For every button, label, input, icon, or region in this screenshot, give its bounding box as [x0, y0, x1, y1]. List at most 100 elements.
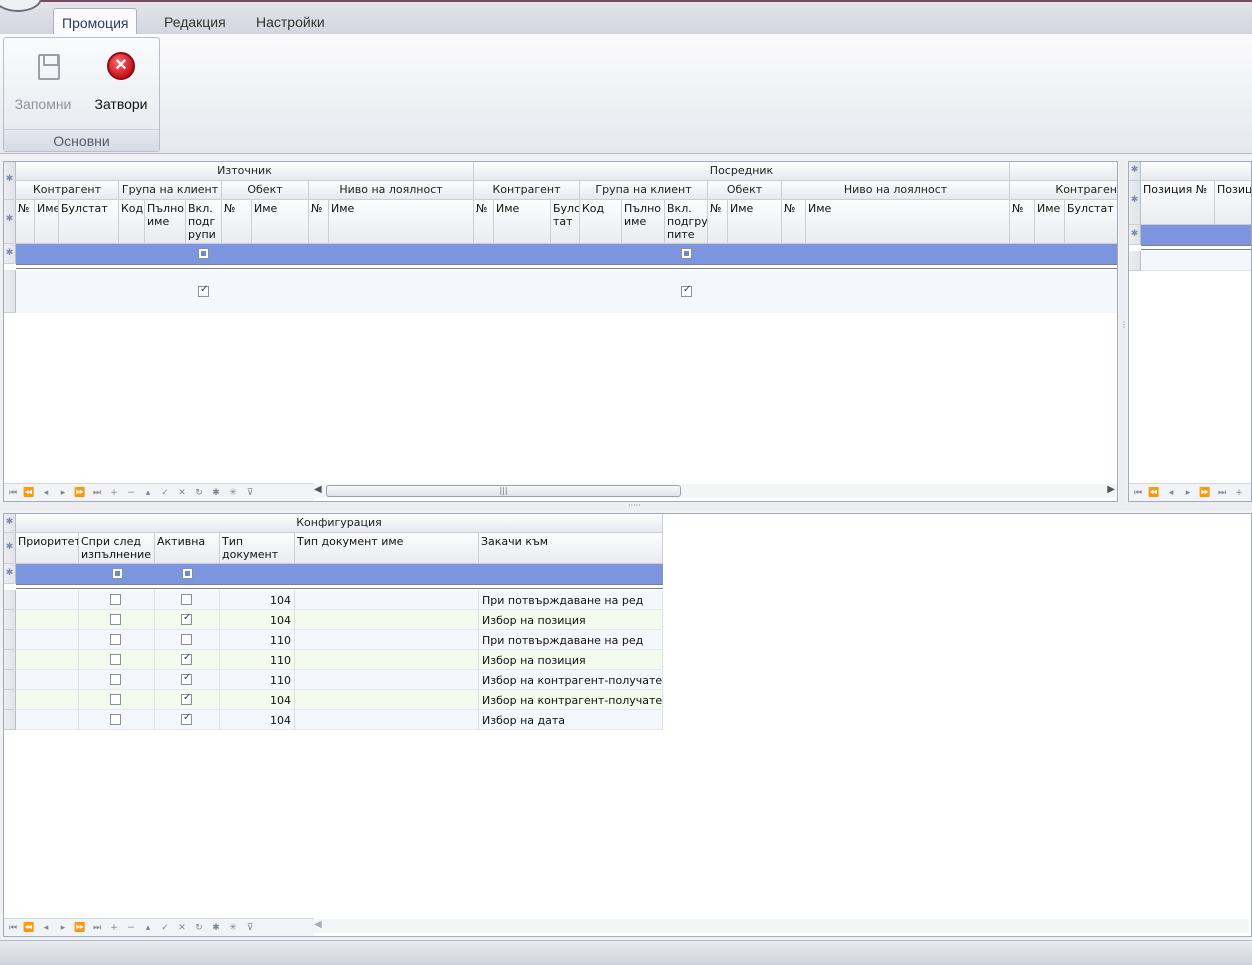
table-row[interactable]	[16, 270, 1117, 313]
close-button[interactable]: ✕ Затвори	[86, 44, 156, 114]
col-stop-after[interactable]: Спри след изпълнение	[79, 533, 155, 564]
col-dst-name[interactable]: Име	[1035, 200, 1065, 244]
cell-doc-type-name[interactable]	[295, 690, 479, 710]
prev-icon[interactable]: ◂	[39, 486, 53, 500]
cell-priority[interactable]	[16, 590, 79, 610]
cell-stop-after[interactable]	[79, 630, 155, 650]
cell-doc-type-name[interactable]	[295, 710, 479, 730]
cell-priority[interactable]	[16, 650, 79, 670]
refresh-icon[interactable]: ↻	[192, 486, 206, 500]
add-icon[interactable]: +	[107, 921, 121, 935]
add-icon[interactable]: +	[1232, 486, 1246, 500]
table-row[interactable]: 104 При потвърждаване на ред	[16, 590, 663, 610]
col-mid-code[interactable]: Код	[580, 200, 622, 244]
filter-active-checkbox[interactable]	[182, 568, 193, 579]
cell-doc-type-no[interactable]: 104	[220, 610, 295, 630]
cell-doc-type-no[interactable]: 104	[220, 590, 295, 610]
cell-active[interactable]	[155, 710, 220, 730]
config-filter-row[interactable]	[16, 564, 663, 584]
filter-stop-checkbox[interactable]	[112, 568, 123, 579]
side-filter-row[interactable]	[1141, 225, 1251, 245]
cell-attach-to[interactable]: Избор на дата	[479, 710, 663, 730]
table-row[interactable]: 110 При потвърждаване на ред	[16, 630, 663, 650]
first-icon[interactable]: ⏮	[1131, 486, 1145, 500]
active-checkbox[interactable]	[181, 612, 192, 625]
cell-attach-to[interactable]: При потвърждаване на ред	[479, 630, 663, 650]
star-icon[interactable]: ✱	[209, 486, 223, 500]
last-icon[interactable]: ⏭	[90, 921, 104, 935]
col-dst-bulstat[interactable]: Булстат	[1065, 200, 1117, 244]
add-icon[interactable]: +	[107, 486, 121, 500]
col-mid-object-no[interactable]: №	[708, 200, 728, 244]
asterisk-icon[interactable]: ✳	[226, 486, 240, 500]
row-indicator[interactable]	[4, 590, 16, 610]
cell-stop-after[interactable]	[79, 710, 155, 730]
stop-after-checkbox[interactable]	[110, 614, 121, 625]
col-src-object-no[interactable]: №	[222, 200, 252, 244]
stop-after-checkbox[interactable]	[110, 694, 121, 705]
col-mid-no[interactable]: №	[474, 200, 494, 244]
prev-page-icon[interactable]: ⏪	[22, 921, 36, 935]
col-src-loyalty-no[interactable]: №	[309, 200, 329, 244]
filter-icon[interactable]: ⊽	[243, 486, 257, 500]
col-priority[interactable]: Приоритет	[16, 533, 79, 564]
up-icon[interactable]: ▴	[141, 921, 155, 935]
stop-after-checkbox[interactable]	[110, 594, 121, 605]
tab-promotion[interactable]: Промоция	[53, 8, 138, 36]
col-attach-to[interactable]: Закачи към	[479, 533, 663, 564]
stop-after-checkbox[interactable]	[110, 714, 121, 725]
table-row[interactable]: 104 Избор на дата	[16, 710, 663, 730]
col-doc-type-name[interactable]: Тип документ име	[295, 533, 479, 564]
cell-active[interactable]	[155, 630, 220, 650]
col-src-include-subgroups[interactable]: Вкл. подгрупите	[186, 200, 222, 244]
first-icon[interactable]: ⏮	[6, 921, 20, 935]
active-checkbox[interactable]	[181, 672, 192, 685]
col-src-loyalty-name[interactable]: Име	[329, 200, 474, 244]
col-src-name[interactable]: Име	[35, 200, 59, 244]
cell-doc-type-name[interactable]	[295, 590, 479, 610]
star-icon[interactable]: ✱	[209, 921, 223, 935]
cell-attach-to[interactable]: Избор на позиция	[479, 650, 663, 670]
cell-stop-after[interactable]	[79, 650, 155, 670]
cell-doc-type-name[interactable]	[295, 610, 479, 630]
scroll-left-icon[interactable]: ◀	[314, 484, 322, 495]
cell-active[interactable]	[155, 590, 220, 610]
col-dst-no[interactable]: №	[1010, 200, 1035, 244]
last-icon[interactable]: ⏭	[90, 486, 104, 500]
application-menu-button[interactable]	[0, 0, 42, 12]
check-icon[interactable]: ✓	[158, 921, 172, 935]
col-mid-loyalty-no[interactable]: №	[782, 200, 806, 244]
cell-stop-after[interactable]	[79, 590, 155, 610]
col-mid-object-name[interactable]: Име	[728, 200, 782, 244]
cell-attach-to[interactable]: При потвърждаване на ред	[479, 590, 663, 610]
cell-doc-type-no[interactable]: 104	[220, 690, 295, 710]
tab-settings[interactable]: Настройки	[248, 8, 333, 36]
up-icon[interactable]: ▴	[141, 486, 155, 500]
stop-after-checkbox[interactable]	[110, 634, 121, 645]
active-checkbox[interactable]	[181, 692, 192, 705]
cell-attach-to[interactable]: Избор на контрагент-получател	[479, 670, 663, 690]
prev-page-icon[interactable]: ⏪	[22, 486, 36, 500]
remove-icon[interactable]: −	[124, 921, 138, 935]
prev-icon[interactable]: ◂	[1164, 486, 1178, 500]
prev-icon[interactable]: ◂	[39, 921, 53, 935]
col-mid-full-name[interactable]: Пълно име	[622, 200, 665, 244]
col-position-no[interactable]: Позиция №	[1141, 181, 1215, 225]
config-horizontal-scrollbar[interactable]: ◀	[314, 919, 1249, 933]
filter-mid-include-subgroups-checkbox[interactable]	[681, 248, 692, 259]
check-icon[interactable]: ✓	[158, 486, 172, 500]
col-mid-loyalty-name[interactable]: Име	[806, 200, 1010, 244]
cancel-icon[interactable]: ✕	[175, 486, 189, 500]
col-src-bulstat[interactable]: Булстат	[59, 200, 119, 244]
table-row[interactable]: 104 Избор на позиция	[16, 610, 663, 630]
stop-after-checkbox[interactable]	[110, 674, 121, 685]
next-icon[interactable]: ▸	[56, 486, 70, 500]
vertical-splitter[interactable]: ⋮	[1119, 160, 1128, 502]
cell-doc-type-name[interactable]	[295, 670, 479, 690]
cancel-icon[interactable]: ✕	[175, 921, 189, 935]
active-checkbox[interactable]	[181, 594, 192, 605]
cell-attach-to[interactable]: Избор на контрагент-получател	[479, 690, 663, 710]
col-doc-type-no[interactable]: Тип документ №	[220, 533, 295, 564]
cell-priority[interactable]	[16, 690, 79, 710]
cell-priority[interactable]	[16, 630, 79, 650]
